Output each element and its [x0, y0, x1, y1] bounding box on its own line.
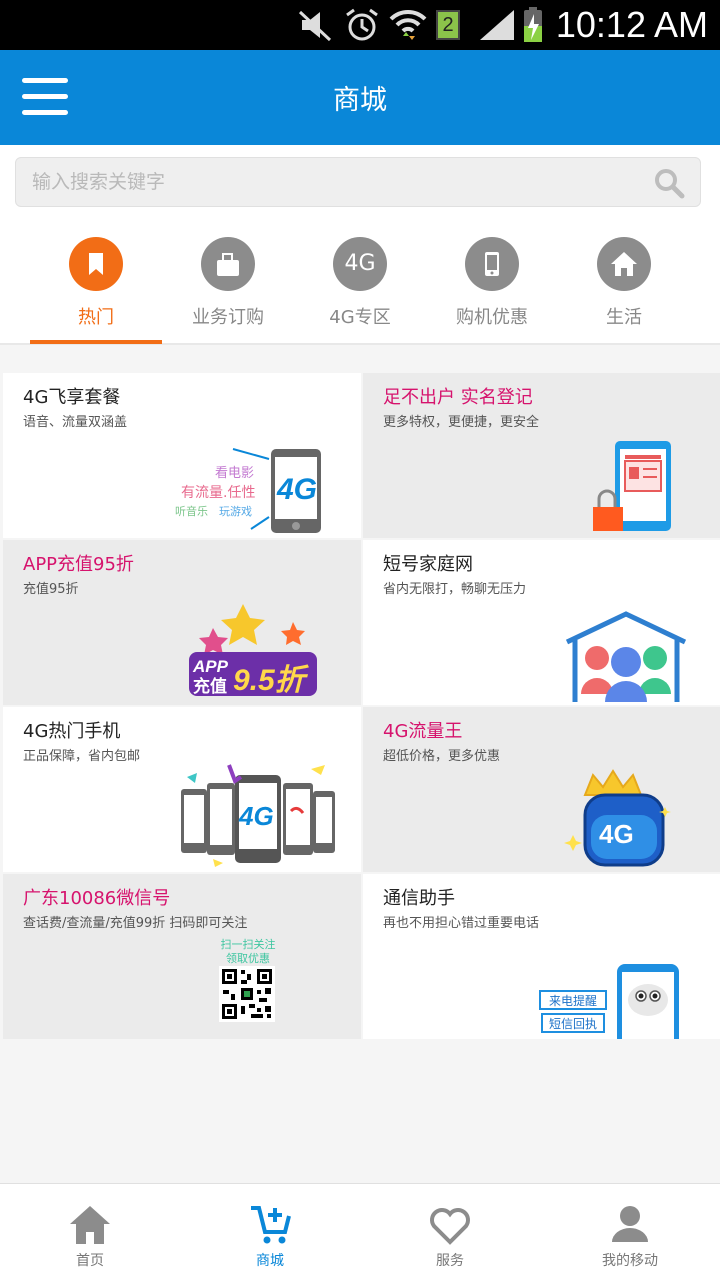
nav-service[interactable]: 服务: [360, 1184, 540, 1280]
card-title: 足不出户 实名登记: [383, 387, 533, 408]
recharge-badge-illustration: APP 充值 9.5折: [189, 604, 317, 697]
battery-icon: [524, 7, 542, 42]
promo-card-family-network[interactable]: 短号家庭网 省内无限打，畅聊无压力: [363, 540, 720, 705]
card-subtitle: 充值95折: [23, 582, 79, 597]
promo-card-4g-plan[interactable]: 4G飞享套餐 语音、流量双涵盖 4G 看电影 有流量.任性 听音乐 玩游戏: [3, 373, 361, 538]
card-title: 4G飞享套餐: [23, 387, 121, 408]
card-subtitle: 再也不用担心错过重要电话: [383, 916, 540, 931]
nav-home[interactable]: 首页: [0, 1184, 180, 1280]
4g-icon: 4G: [333, 237, 387, 291]
promo-card-wechat[interactable]: 广东10086微信号 查话费/查流量/充值99折 扫码即可关注 扫一扫关注 领取…: [3, 874, 361, 1039]
card-title: 广东10086微信号: [23, 888, 171, 909]
art-text: 玩游戏: [219, 505, 252, 518]
phone-icon: [465, 237, 519, 291]
search-bar: [0, 145, 720, 225]
category-tabs: 热门 业务订购 4G 4G专区 购机优惠 生活: [0, 225, 720, 345]
card-subtitle: 正品保障，省内包邮: [23, 749, 141, 764]
card-title: 通信助手: [383, 888, 455, 909]
card-subtitle: 查话费/查流量/充值99折 扫码即可关注: [23, 916, 248, 931]
card-title: 4G流量王: [383, 721, 463, 742]
4g-crown-illustration: 4G: [564, 769, 671, 867]
status-bar: 2 10:12 AM: [0, 0, 720, 50]
nav-label: 首页: [76, 1253, 104, 1269]
tab-label: 热门: [78, 307, 114, 328]
promo-card-4g-data-king[interactable]: 4G流量王 超低价格，更多优惠 4G: [363, 707, 720, 872]
sim-badge: 2: [436, 10, 460, 40]
sms-receipt-tag: 短信回执: [541, 1013, 606, 1033]
search-box: [15, 157, 701, 207]
card-subtitle: 语音、流量双涵盖: [23, 415, 128, 430]
tab-4g[interactable]: 4G 4G专区: [294, 237, 426, 343]
bookmark-icon: [69, 237, 123, 291]
active-tab-indicator: [30, 340, 162, 344]
alarm-icon: [346, 8, 378, 41]
cart-add-icon: [251, 1206, 291, 1244]
card-title: 短号家庭网: [383, 554, 473, 575]
mute-icon: [298, 10, 332, 42]
card-title: APP充值95折: [23, 554, 134, 575]
home-icon: [70, 1206, 110, 1244]
art-text: 充值: [193, 676, 227, 697]
promo-card-comm-assistant[interactable]: 通信助手 再也不用担心错过重要电话 来电提醒 短信回执: [363, 874, 720, 1039]
art-text: 有流量.任性: [181, 485, 255, 501]
search-input[interactable]: [16, 158, 616, 206]
home-icon: [597, 237, 651, 291]
tab-business[interactable]: 业务订购: [162, 237, 294, 343]
phone-assistant-illustration: [617, 964, 679, 1039]
tab-life[interactable]: 生活: [558, 237, 690, 343]
signal-icon: [480, 10, 514, 40]
art-text: 听音乐: [175, 504, 208, 518]
card-subtitle: 省内无限打，畅聊无压力: [383, 582, 527, 597]
art-text: 看电影: [215, 465, 254, 481]
tab-hot[interactable]: 热门: [30, 237, 162, 343]
card-subtitle: 更多特权，更便捷，更安全: [383, 415, 540, 430]
nav-label: 服务: [436, 1253, 464, 1269]
call-reminder-tag: 来电提醒: [539, 990, 608, 1010]
page-title: 商城: [333, 85, 387, 116]
4g-phone-illustration: 4G 看电影 有流量.任性 听音乐 玩游戏: [175, 448, 321, 533]
clock: 10:12 AM: [555, 4, 708, 45]
tab-label: 业务订购: [192, 307, 264, 328]
promo-card-hot-phones[interactable]: 4G热门手机 正品保障，省内包邮 4G: [3, 707, 361, 872]
promo-grid: 4G飞享套餐 语音、流量双涵盖 4G 看电影 有流量.任性 听音乐 玩游戏 足不…: [3, 373, 720, 1040]
family-house-illustration: [565, 611, 687, 702]
phones-illustration: 4G: [181, 764, 335, 867]
promo-card-realname[interactable]: 足不出户 实名登记 更多特权，更便捷，更安全: [363, 373, 720, 538]
id-card-lock-illustration: [593, 441, 671, 531]
tab-phones[interactable]: 购机优惠: [426, 237, 558, 343]
art-4g-text: 4G: [238, 801, 274, 831]
nav-mall[interactable]: 商城: [180, 1184, 360, 1280]
card-subtitle: 超低价格，更多优惠: [383, 749, 501, 764]
card-title: 4G热门手机: [23, 721, 121, 742]
nav-label: 商城: [256, 1253, 284, 1269]
heart-icon: [430, 1208, 470, 1245]
qr-code[interactable]: [219, 966, 275, 1022]
tab-label: 生活: [606, 307, 642, 328]
search-icon[interactable]: [652, 166, 686, 200]
promo-card-app-recharge[interactable]: APP充值95折 充值95折 APP 充值 9.5折: [3, 540, 361, 705]
wifi-icon: [389, 9, 427, 40]
nav-my-mobile[interactable]: 我的移动: [540, 1184, 720, 1280]
user-icon: [612, 1206, 648, 1242]
art-text: 9.5折: [233, 664, 310, 697]
nav-label: 我的移动: [602, 1253, 658, 1269]
scan-caption: 领取优惠: [226, 952, 270, 965]
bottom-nav: 首页 商城 服务 我的移动: [0, 1183, 720, 1280]
art-4g-text: 4G: [599, 819, 634, 849]
tab-label: 4G专区: [329, 307, 391, 328]
tab-label: 购机优惠: [456, 307, 528, 328]
art-text: APP: [192, 657, 229, 676]
cards-icon: [201, 237, 255, 291]
art-4g-text: 4G: [276, 473, 317, 506]
app-bar: 商城: [0, 50, 720, 145]
